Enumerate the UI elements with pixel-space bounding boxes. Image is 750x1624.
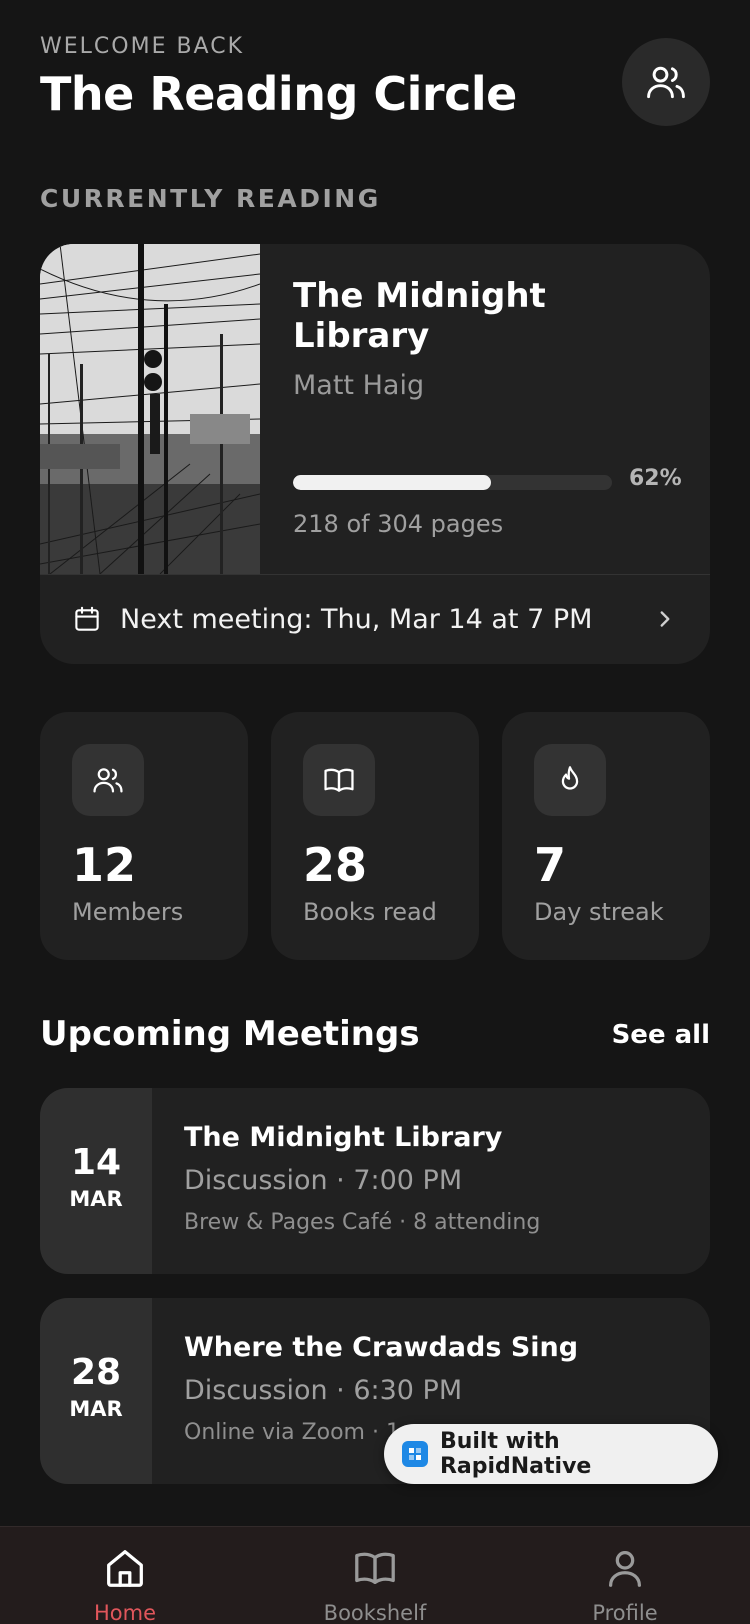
meeting-date: 14 MAR bbox=[40, 1088, 152, 1274]
meeting-card[interactable]: 14 MAR The Midnight Library Discussion ·… bbox=[40, 1088, 710, 1274]
stats-row: 12 Members 28 Books read 7 Day streak bbox=[40, 712, 710, 960]
meeting-title: The Midnight Library bbox=[184, 1122, 503, 1153]
progress-track bbox=[293, 475, 612, 490]
meeting-month: MAR bbox=[69, 1187, 123, 1211]
current-book-card[interactable]: The Midnight Library Matt Haig 62% 218 o… bbox=[40, 244, 710, 664]
meeting-month: MAR bbox=[69, 1397, 123, 1421]
tab-bookshelf[interactable]: Bookshelf bbox=[295, 1545, 455, 1624]
stat-members[interactable]: 12 Members bbox=[40, 712, 248, 960]
stat-label: Members bbox=[72, 898, 184, 926]
book-open-icon bbox=[355, 1552, 395, 1585]
built-with-badge[interactable]: Built with RapidNative bbox=[384, 1424, 718, 1484]
next-meeting-row[interactable]: Next meeting: Thu, Mar 14 at 7 PM bbox=[72, 574, 678, 664]
meeting-info: The Midnight Library Discussion · 7:00 P… bbox=[184, 1122, 690, 1235]
stat-value: 7 bbox=[534, 838, 567, 892]
progress-percent: 62% bbox=[629, 466, 682, 491]
home-icon bbox=[107, 1550, 143, 1587]
book-info: The Midnight Library Matt Haig bbox=[293, 276, 680, 401]
stat-books-read[interactable]: 28 Books read bbox=[271, 712, 479, 960]
tab-label: Home bbox=[93, 1601, 156, 1624]
reading-progress: 62% bbox=[293, 466, 683, 496]
meeting-subtitle: Discussion · 7:00 PM bbox=[184, 1165, 463, 1196]
book-cover-image bbox=[40, 244, 260, 574]
book-title: The Midnight Library bbox=[293, 276, 546, 356]
group-button[interactable] bbox=[622, 38, 710, 126]
currently-reading-label: CURRENTLY READING bbox=[40, 184, 381, 213]
page-title: The Reading Circle bbox=[40, 67, 517, 121]
pages-count: 218 of 304 pages bbox=[293, 510, 504, 538]
book-open-icon bbox=[303, 744, 375, 816]
meeting-subtitle: Discussion · 6:30 PM bbox=[184, 1375, 463, 1406]
user-icon bbox=[608, 1551, 642, 1587]
chevron-right-icon bbox=[660, 611, 670, 627]
tab-label: Bookshelf bbox=[323, 1601, 427, 1624]
header: WELCOME BACK The Reading Circle bbox=[40, 34, 710, 126]
stat-value: 28 bbox=[303, 838, 368, 892]
welcome-label: WELCOME BACK bbox=[40, 34, 245, 59]
upcoming-meetings-title: Upcoming Meetings bbox=[40, 1014, 420, 1054]
users-icon bbox=[647, 66, 685, 99]
see-all-link[interactable]: See all bbox=[612, 1020, 710, 1050]
meeting-day: 28 bbox=[70, 1352, 122, 1393]
stat-label: Day streak bbox=[534, 898, 664, 926]
tab-bar: Home Bookshelf Profile bbox=[0, 1526, 750, 1624]
meeting-location: Brew & Pages Café · 8 attending bbox=[184, 1210, 541, 1235]
book-author: Matt Haig bbox=[293, 370, 425, 401]
meeting-date: 28 MAR bbox=[40, 1298, 152, 1484]
tab-label: Profile bbox=[592, 1601, 658, 1624]
progress-fill bbox=[293, 475, 491, 490]
stat-label: Books read bbox=[303, 898, 437, 926]
tab-home[interactable]: Home bbox=[45, 1545, 205, 1624]
stat-day-streak[interactable]: 7 Day streak bbox=[502, 712, 710, 960]
calendar-icon bbox=[75, 606, 99, 631]
rapidnative-logo-icon bbox=[402, 1441, 428, 1467]
meeting-day: 14 bbox=[70, 1142, 122, 1183]
users-icon bbox=[72, 744, 144, 816]
next-meeting-text: Next meeting: Thu, Mar 14 at 7 PM bbox=[120, 603, 593, 635]
meeting-title: Where the Crawdads Sing bbox=[184, 1332, 579, 1363]
flame-icon bbox=[534, 744, 606, 816]
stat-value: 12 bbox=[72, 838, 137, 892]
tab-profile[interactable]: Profile bbox=[545, 1545, 705, 1624]
badge-text: Built with RapidNative bbox=[439, 1429, 592, 1479]
